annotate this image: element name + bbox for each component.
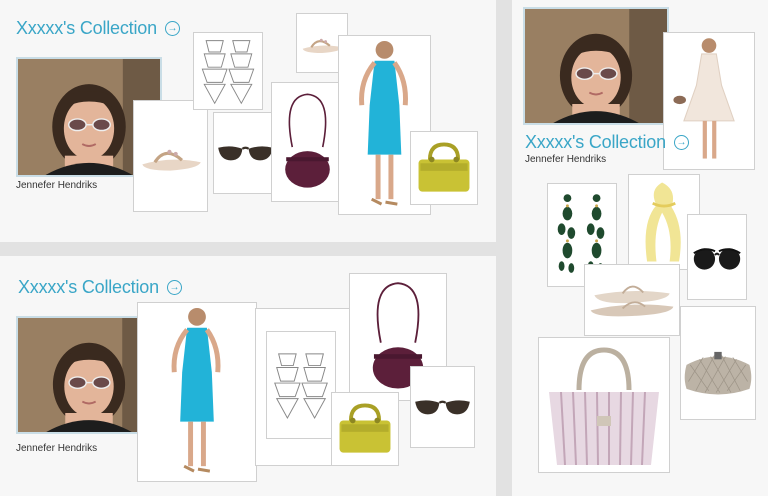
owner-name: Jennefer Hendriks (16, 180, 98, 191)
collection-title[interactable]: Xxxxx's Collection (525, 132, 666, 153)
arrow-circle-right-icon[interactable]: → (164, 21, 180, 36)
owner-name: Jennefer Hendriks (525, 154, 607, 165)
collection-panel-2[interactable]: Xxxxx's Collection → Jennefer Hendriks (0, 256, 496, 496)
product-yellow-bag[interactable] (331, 392, 399, 466)
collection-title-row[interactable]: Xxxxx's Collection → (16, 18, 180, 39)
product-woven-clutch[interactable] (680, 306, 756, 420)
collection-title-row[interactable]: Xxxxx's Collection → (18, 277, 182, 298)
product-sunglasses[interactable] (410, 366, 475, 448)
product-flat-sandals[interactable] (584, 264, 680, 336)
product-striped-tote[interactable] (538, 337, 670, 473)
product-earrings[interactable] (266, 331, 336, 439)
owner-name: Jennefer Hendriks (16, 443, 98, 454)
collection-panel-3[interactable]: Xxxxx's Collection → Jennefer Hendriks (512, 0, 768, 496)
collections-stage: Xxxxx's Collection → Jennefer Hendriks X… (0, 0, 768, 496)
collection-panel-1[interactable]: Xxxxx's Collection → Jennefer Hendriks (0, 0, 496, 242)
product-blue-dress[interactable] (137, 302, 257, 482)
product-sandals[interactable] (133, 100, 208, 212)
product-round-sunglasses[interactable] (687, 214, 747, 300)
collection-title-row[interactable]: Xxxxx's Collection → (525, 132, 689, 153)
arrow-circle-right-icon[interactable]: → (166, 280, 182, 295)
product-sunglasses[interactable] (213, 112, 278, 194)
product-purple-bag[interactable] (271, 82, 344, 202)
portrait-photo (525, 9, 667, 123)
collection-title[interactable]: Xxxxx's Collection (18, 277, 159, 298)
avatar[interactable] (523, 7, 669, 125)
product-yellow-bag[interactable] (410, 131, 478, 205)
arrow-circle-right-icon[interactable]: → (673, 135, 689, 150)
collection-title[interactable]: Xxxxx's Collection (16, 18, 157, 39)
product-earrings[interactable] (193, 32, 263, 110)
